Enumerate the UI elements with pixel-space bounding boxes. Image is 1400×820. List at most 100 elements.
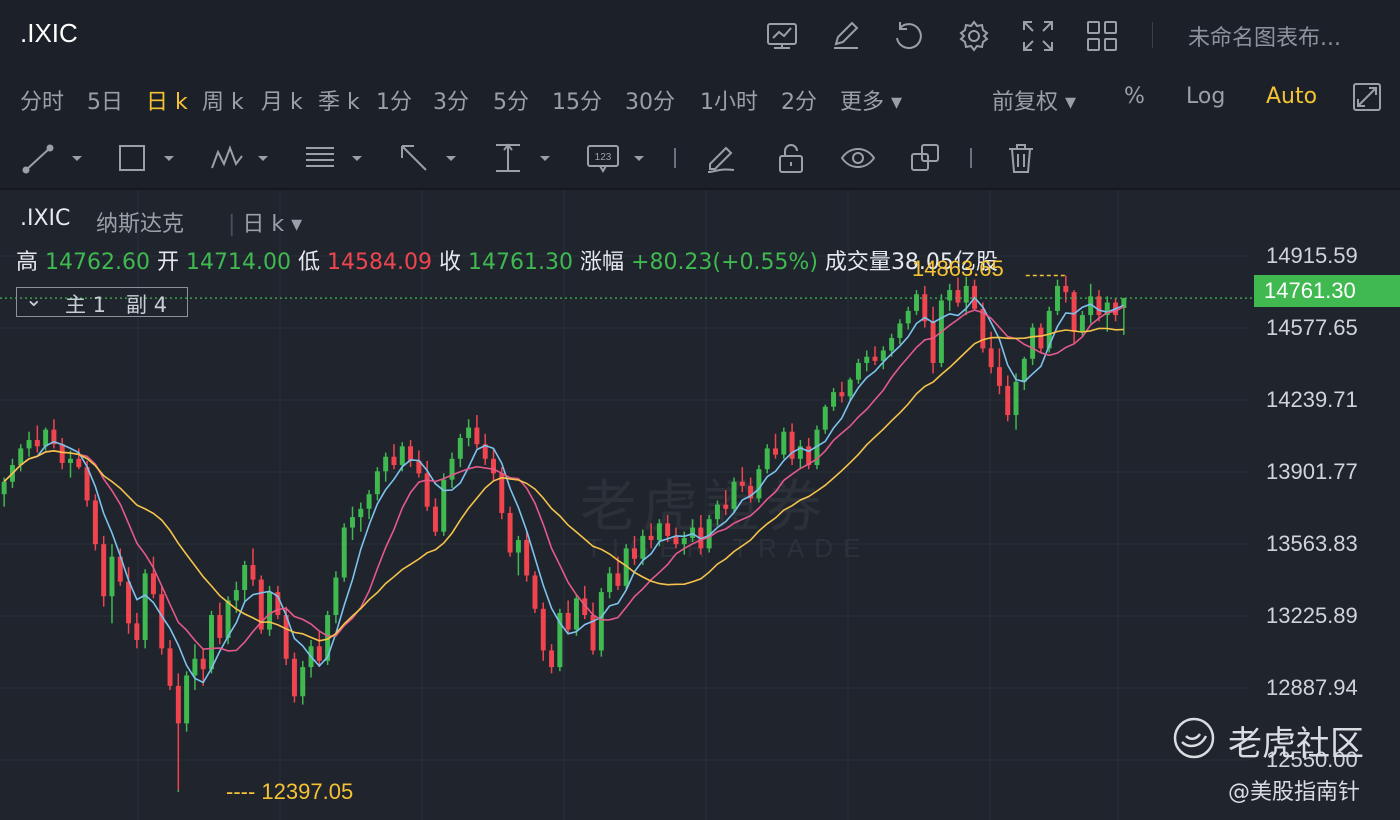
period-5min[interactable]: 5分	[493, 84, 529, 116]
candle-body	[988, 348, 994, 368]
candle-body	[109, 556, 115, 597]
change-label: 涨幅	[580, 250, 625, 275]
indicator-toggle-label: 主 1 副 4	[65, 293, 168, 317]
chevron-down-icon: ⌄	[25, 287, 43, 311]
indicator-toggle[interactable]: ⌄ 主 1 副 4	[16, 287, 188, 317]
price-label-tool-icon[interactable]: 123	[586, 142, 648, 174]
candle-body	[1063, 285, 1069, 293]
undo-icon[interactable]	[890, 18, 926, 54]
candle-body	[1005, 385, 1011, 416]
candle-body	[101, 544, 107, 597]
period-monthly[interactable]: 月 k	[261, 84, 303, 116]
candle-body	[200, 658, 206, 670]
expand-icon[interactable]	[1352, 82, 1382, 112]
top-bar: .IXIC 未命名图表布...	[0, 0, 1400, 71]
divider	[1152, 22, 1153, 48]
period-1hour[interactable]: 1小时	[700, 84, 758, 116]
period-1min[interactable]: 1分	[376, 84, 412, 116]
candle-body	[773, 448, 778, 455]
period-more-dropdown[interactable]: 更多 ▾	[840, 84, 902, 116]
percent-toggle[interactable]: %	[1124, 84, 1145, 109]
candle-body	[640, 535, 646, 559]
period-3min[interactable]: 3分	[433, 84, 469, 116]
candle-body	[126, 581, 132, 624]
chart-period-label: 日 k ▾	[242, 212, 303, 237]
fullscreen-icon[interactable]	[1020, 18, 1056, 54]
clone-icon[interactable]	[908, 142, 944, 174]
candle-body	[872, 356, 878, 361]
high-label: 高	[16, 250, 39, 275]
pencil-edit-icon[interactable]	[828, 18, 864, 54]
min-price-label: ---- 12397.05	[226, 779, 354, 804]
period-15min[interactable]: 15分	[552, 84, 602, 116]
rectangle-tool-icon[interactable]	[116, 142, 178, 174]
svg-text:123: 123	[595, 152, 612, 163]
log-toggle[interactable]: Log	[1186, 84, 1225, 109]
candle-body	[632, 548, 637, 559]
candle-body	[341, 527, 347, 578]
candle-body	[914, 294, 919, 311]
eye-icon[interactable]	[840, 142, 876, 174]
gear-icon[interactable]	[956, 18, 992, 54]
candle-body	[855, 362, 861, 380]
period-5day[interactable]: 5日	[87, 84, 123, 116]
candle-body	[499, 473, 505, 513]
candle-body	[714, 504, 720, 520]
open-label: 开	[157, 250, 180, 275]
period-30min[interactable]: 30分	[625, 84, 675, 116]
candle-body	[267, 592, 273, 630]
candle-body	[532, 575, 538, 609]
candle-body	[159, 594, 165, 649]
candle-body	[358, 508, 364, 518]
period-2min[interactable]: 2分	[781, 84, 817, 116]
candle-body	[897, 323, 903, 338]
candle-body	[573, 598, 579, 630]
close-value: 14761.30	[468, 250, 573, 275]
candle-body	[648, 535, 654, 541]
price-axis-label: 12887.94	[1266, 675, 1358, 700]
line-tool-icon[interactable]	[22, 142, 84, 174]
auto-toggle[interactable]: Auto	[1266, 84, 1317, 109]
candle-body	[408, 446, 414, 461]
fibonacci-tool-icon[interactable]	[304, 142, 366, 174]
candle-body	[300, 667, 306, 697]
lock-icon[interactable]	[774, 142, 808, 174]
close-label: 收	[439, 250, 462, 275]
chart-symbol: .IXIC	[20, 206, 71, 231]
candle-body	[366, 494, 372, 509]
candle-body	[764, 448, 770, 470]
candle-body	[1, 481, 7, 495]
pattern-tool-icon[interactable]	[210, 142, 272, 174]
monitor-chart-icon[interactable]	[764, 18, 800, 54]
candle-body	[142, 573, 148, 641]
period-weekly[interactable]: 周 k	[202, 84, 244, 116]
low-label: 低	[298, 250, 321, 275]
candle-body	[905, 310, 911, 324]
candle-body	[1030, 327, 1036, 359]
adjust-dropdown[interactable]: 前复权 ▾	[992, 84, 1076, 116]
symbol-title[interactable]: .IXIC	[20, 18, 78, 49]
period-intraday[interactable]: 分时	[20, 84, 64, 116]
candle-body	[59, 444, 65, 463]
price-axis-label: 13225.89	[1266, 603, 1358, 628]
chart-period-dropdown[interactable]: | 日 k ▾	[228, 206, 302, 238]
arrow-tool-icon[interactable]	[398, 142, 460, 174]
candle-body	[316, 646, 322, 661]
measure-tool-icon[interactable]	[492, 142, 554, 174]
candle-body	[1079, 315, 1085, 332]
layout-name-dropdown[interactable]: 未命名图表布...	[1188, 20, 1341, 52]
price-axis-label: 14239.71	[1266, 387, 1358, 412]
candle-body	[739, 481, 745, 486]
candle-body	[391, 456, 397, 466]
candle-body	[656, 523, 662, 541]
candle-body	[507, 512, 513, 553]
candle-body	[43, 429, 49, 447]
candle-body	[291, 658, 297, 697]
price-axis-label: 14915.59	[1266, 243, 1358, 268]
candle-body	[474, 427, 480, 445]
period-quarterly[interactable]: 季 k	[318, 84, 360, 116]
period-daily[interactable]: 日 k	[146, 84, 188, 116]
trash-icon[interactable]	[1004, 142, 1038, 174]
brush-icon[interactable]	[704, 142, 738, 174]
grid-layout-icon[interactable]	[1084, 18, 1120, 54]
